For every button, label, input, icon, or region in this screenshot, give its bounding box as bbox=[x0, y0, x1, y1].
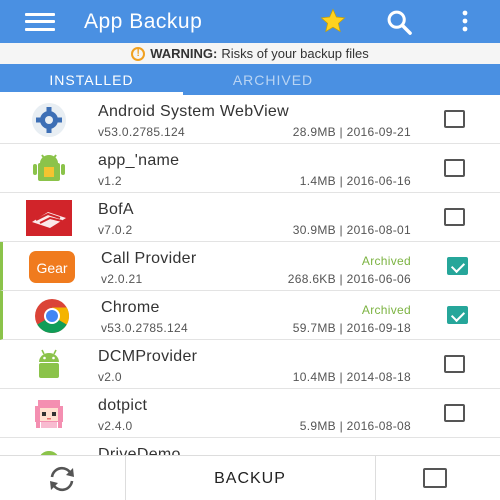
app-checkbox[interactable] bbox=[447, 257, 468, 275]
app-checkbox[interactable] bbox=[444, 159, 465, 177]
warning-icon: ! bbox=[131, 46, 146, 61]
pixel-girl-icon bbox=[25, 395, 73, 433]
refresh-icon[interactable] bbox=[46, 464, 78, 494]
app-checkbox[interactable] bbox=[444, 355, 465, 373]
bofa-flag-icon bbox=[25, 199, 73, 237]
tab-installed[interactable]: INSTALLED bbox=[0, 64, 183, 95]
gear-logo-icon: Gear bbox=[28, 248, 76, 286]
list-item[interactable]: DriveDemo bbox=[0, 438, 500, 455]
bottom-action-bar: BACKUP bbox=[0, 455, 500, 500]
chrome-icon bbox=[28, 297, 76, 335]
tab-archived[interactable]: ARCHIVED bbox=[183, 64, 363, 95]
app-version: v53.0.2785.124 bbox=[101, 321, 188, 335]
app-size-date: 30.9MB | 2016-08-01 bbox=[292, 223, 411, 237]
app-bar: App Backup bbox=[0, 0, 500, 43]
app-version: v2.0.21 bbox=[101, 272, 143, 286]
select-all-checkbox[interactable] bbox=[423, 468, 447, 488]
app-checkbox[interactable] bbox=[447, 306, 468, 324]
app-version: v53.0.2785.124 bbox=[98, 125, 185, 139]
app-size-date: 28.9MB | 2016-09-21 bbox=[292, 125, 411, 139]
app-version: v2.0 bbox=[98, 370, 122, 384]
gear-logo-text: Gear bbox=[36, 260, 67, 276]
app-title: App Backup bbox=[84, 9, 203, 33]
more-vert-icon[interactable] bbox=[457, 9, 473, 33]
list-item[interactable]: dotpict v2.4.0 5.9MB | 2016-08-08 bbox=[0, 389, 500, 438]
star-icon[interactable] bbox=[318, 7, 348, 35]
list-item[interactable]: DCMProvider v2.0 10.4MB | 2014-08-18 bbox=[0, 340, 500, 389]
app-name: Chrome bbox=[101, 299, 160, 316]
list-item[interactable]: BofA v7.0.2 30.9MB | 2016-08-01 bbox=[0, 193, 500, 242]
warning-banner[interactable]: ! WARNING: Risks of your backup files bbox=[0, 43, 500, 64]
warning-label: WARNING: bbox=[150, 46, 218, 61]
archived-status: Archived bbox=[361, 254, 411, 268]
app-version: v1.2 bbox=[98, 174, 122, 188]
app-version: v2.4.0 bbox=[98, 419, 133, 433]
app-checkbox[interactable] bbox=[444, 208, 465, 226]
webview-gear-icon bbox=[25, 101, 73, 139]
list-item[interactable]: Android System WebView v53.0.2785.124 28… bbox=[0, 95, 500, 144]
app-version: v7.0.2 bbox=[98, 223, 133, 237]
hamburger-menu-icon[interactable] bbox=[25, 12, 55, 31]
app-size-date: 10.4MB | 2014-08-18 bbox=[292, 370, 411, 384]
list-item[interactable]: Gear Call Provider v2.0.21 Archived 268.… bbox=[0, 242, 500, 291]
backup-button[interactable]: BACKUP bbox=[125, 456, 375, 500]
app-name: DriveDemo bbox=[98, 446, 181, 455]
android-box-icon bbox=[25, 150, 73, 188]
app-size-date: 268.6KB | 2016-06-06 bbox=[287, 272, 411, 286]
app-name: Android System WebView bbox=[98, 103, 289, 120]
app-size-date: 1.4MB | 2016-06-16 bbox=[299, 174, 411, 188]
archived-status: Archived bbox=[361, 303, 411, 317]
app-name: Call Provider bbox=[101, 250, 197, 267]
android-robot-icon bbox=[25, 444, 73, 455]
app-size-date: 5.9MB | 2016-08-08 bbox=[299, 419, 411, 433]
warning-text: Risks of your backup files bbox=[221, 46, 369, 61]
app-name: BofA bbox=[98, 201, 134, 218]
app-name: app_'name bbox=[98, 152, 180, 169]
app-name: DCMProvider bbox=[98, 348, 198, 365]
tab-bar: INSTALLED ARCHIVED bbox=[0, 64, 500, 95]
app-size-date: 59.7MB | 2016-09-18 bbox=[292, 321, 411, 335]
list-item[interactable]: app_'name v1.2 1.4MB | 2016-06-16 bbox=[0, 144, 500, 193]
list-item[interactable]: Chrome v53.0.2785.124 Archived 59.7MB | … bbox=[0, 291, 500, 340]
bottom-divider bbox=[375, 456, 376, 500]
app-checkbox[interactable] bbox=[444, 110, 465, 128]
android-robot-icon bbox=[25, 346, 73, 384]
search-icon[interactable] bbox=[384, 8, 414, 36]
app-checkbox[interactable] bbox=[444, 404, 465, 422]
app-list[interactable]: Android System WebView v53.0.2785.124 28… bbox=[0, 95, 500, 455]
app-name: dotpict bbox=[98, 397, 148, 414]
